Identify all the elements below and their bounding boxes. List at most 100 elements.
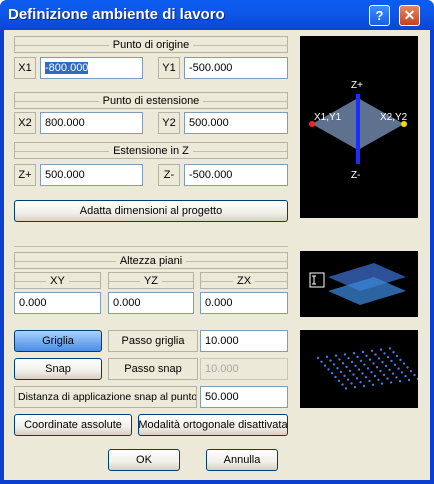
- dialog-client: Punto di origine X1 -800.000 Y1 -500.000…: [4, 30, 430, 480]
- extent-preview: Z+ Z- X1,Y1 X2,Y2: [300, 36, 418, 218]
- grid-dot: [381, 361, 384, 364]
- col-xy-header: XY: [14, 272, 101, 289]
- grid-dot: [395, 354, 399, 358]
- grid-dot: [407, 378, 411, 382]
- grid-dot: [352, 373, 355, 376]
- grid-step-input[interactable]: 10.000: [200, 330, 288, 352]
- x2-label: X2: [14, 112, 36, 134]
- col-yz-header: YZ: [108, 272, 194, 289]
- grid-dot: [363, 363, 366, 366]
- grid-dot: [368, 358, 372, 361]
- grid-dot: [347, 357, 350, 360]
- grid-dot: [350, 360, 354, 364]
- ok-button[interactable]: OK: [108, 449, 180, 471]
- y2-input[interactable]: 500.000: [184, 112, 288, 134]
- floor-xy-input[interactable]: 0.000: [14, 292, 101, 314]
- grid-dot: [336, 367, 339, 370]
- grid-dot: [362, 384, 366, 388]
- z-extension-header: Estensione in Z: [14, 142, 288, 159]
- y1-input[interactable]: -500.000: [184, 57, 288, 79]
- grid-dot: [341, 362, 345, 365]
- y2-label: Y2: [158, 112, 180, 134]
- grid-dot: [359, 359, 363, 362]
- grid-step-label: Passo griglia: [108, 330, 198, 352]
- snap-step-input: 10.000: [200, 358, 288, 380]
- zplus-input[interactable]: 500.000: [40, 164, 143, 186]
- grid-dot: [327, 368, 330, 371]
- snap-distance-input[interactable]: 50.000: [200, 386, 288, 408]
- grid-dot: [320, 360, 323, 363]
- grid-dot: [345, 365, 348, 369]
- grid-dot: [355, 377, 359, 380]
- z-bottom-label: Z-: [351, 170, 360, 181]
- grid-dot: [402, 362, 406, 365]
- grid-dot: [390, 359, 393, 363]
- grid-dot: [325, 355, 329, 358]
- origin-header: Punto di origine: [14, 36, 288, 53]
- grid-dot: [370, 349, 374, 352]
- col-zx-header: ZX: [200, 272, 288, 289]
- grid-dot: [352, 352, 356, 355]
- grid-preview: [300, 330, 420, 408]
- floor-yz-input[interactable]: 0.000: [108, 292, 194, 314]
- dialog-window: Definizione ambiente di lavoro ? ✕ Punto…: [0, 0, 434, 484]
- grid-dot: [346, 378, 350, 381]
- grid-dot: [372, 362, 375, 365]
- grid-dot: [339, 370, 343, 374]
- close-icon: ✕: [403, 7, 416, 23]
- grid-dot: [354, 364, 357, 367]
- y1-label: Y1: [158, 57, 180, 79]
- grid-dot: [374, 353, 377, 356]
- grid-dot: [366, 367, 370, 370]
- grid-dot: [361, 350, 365, 354]
- grid-dot: [316, 356, 320, 360]
- grid-dot: [373, 374, 377, 378]
- grid-dot: [388, 368, 391, 371]
- title-bar[interactable]: Definizione ambiente di lavoro ? ✕: [0, 0, 434, 30]
- grid-dot: [332, 363, 336, 366]
- grid-dot: [375, 366, 379, 369]
- zplus-label: Z+: [14, 164, 36, 186]
- grid-dot: [382, 373, 386, 376]
- grid-dot: [388, 347, 392, 350]
- absolute-coords-button[interactable]: Coordinate assolute: [14, 414, 132, 436]
- grid-toggle-button[interactable]: Griglia: [14, 330, 102, 352]
- x1-input[interactable]: -800.000: [40, 57, 143, 79]
- floor-zx-input[interactable]: 0.000: [200, 292, 288, 314]
- grid-dot: [383, 352, 386, 355]
- grid-dot: [371, 383, 375, 386]
- fit-to-project-button[interactable]: Adatta dimensioni al progetto: [14, 200, 288, 222]
- grid-dot: [397, 367, 400, 370]
- help-button[interactable]: ?: [369, 5, 390, 26]
- floor-height-icon: [309, 272, 325, 288]
- grid-dot: [341, 383, 344, 386]
- grid-dot: [386, 356, 390, 359]
- z-top-label: Z+: [351, 80, 363, 91]
- x2-input[interactable]: 800.000: [40, 112, 143, 134]
- grid-dot: [348, 369, 352, 372]
- zminus-input[interactable]: -500.000: [184, 164, 288, 186]
- grid-dot: [343, 353, 347, 356]
- grid-dot: [356, 355, 359, 359]
- close-button[interactable]: ✕: [399, 5, 420, 26]
- floor-heights-header: Altezza piani: [14, 252, 288, 269]
- grid-dot: [377, 378, 380, 381]
- grid-dot: [384, 364, 388, 368]
- grid-dot: [334, 375, 337, 379]
- zminus-label: Z-: [158, 164, 180, 186]
- cancel-button[interactable]: Annulla: [206, 449, 278, 471]
- snap-toggle-button[interactable]: Snap: [14, 358, 102, 380]
- grid-dot: [379, 369, 382, 373]
- grid-dot: [399, 358, 402, 361]
- p1-label: X1,Y1: [314, 112, 342, 123]
- floors-preview: [300, 251, 418, 317]
- grid-dot: [392, 351, 395, 354]
- grid-dot: [338, 358, 341, 361]
- grid-dot: [393, 363, 397, 366]
- window-title: Definizione ambiente di lavoro: [8, 6, 225, 23]
- grid-dot: [391, 372, 395, 375]
- snap-distance-label: Distanza di applicazione snap al punto: [14, 386, 197, 408]
- grid-dot: [323, 364, 327, 367]
- grid-dot: [343, 374, 346, 377]
- ortho-mode-button[interactable]: Modalità ortogonale disattivata: [138, 414, 288, 436]
